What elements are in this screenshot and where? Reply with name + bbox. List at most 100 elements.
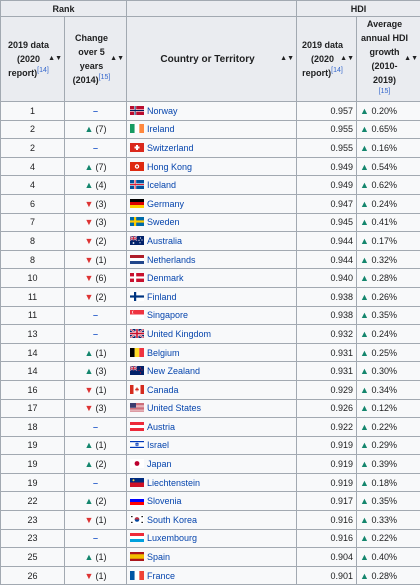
country-cell: Ireland xyxy=(127,120,297,139)
country-link[interactable]: United States xyxy=(147,403,201,413)
slovenia-flag-icon[interactable] xyxy=(130,496,144,505)
finland-flag-icon[interactable] xyxy=(130,292,144,301)
decrease-arrow-icon: ▼ xyxy=(85,255,94,265)
country-link[interactable]: France xyxy=(147,571,175,581)
country-link[interactable]: Slovenia xyxy=(147,496,182,506)
increase-arrow-icon: ▲ xyxy=(360,106,371,116)
hdi-value-cell: 0.904 xyxy=(297,548,357,567)
country-link[interactable]: Israel xyxy=(147,440,169,450)
canada-flag-icon[interactable] xyxy=(130,385,144,394)
rank-cell: 14 xyxy=(1,343,65,362)
increase-arrow-icon: ▲ xyxy=(85,459,94,469)
france-flag-icon[interactable] xyxy=(130,571,144,580)
col-hdi-2019[interactable]: 2019 data(2020report)[14] ▲▼ xyxy=(297,17,357,102)
sort-icon[interactable]: ▲▼ xyxy=(280,52,294,66)
country-link[interactable]: Netherlands xyxy=(147,255,196,265)
col-change[interactable]: Changeover 5 years(2014)[15] ▲▼ xyxy=(65,17,127,102)
country-link[interactable]: United Kingdom xyxy=(147,329,211,339)
ref-link[interactable]: [15] xyxy=(99,74,111,81)
country-link[interactable]: Iceland xyxy=(147,180,176,190)
iceland-flag-icon[interactable] xyxy=(130,180,144,189)
sweden-flag-icon[interactable] xyxy=(130,217,144,226)
israel-flag-icon[interactable] xyxy=(130,440,144,449)
rank-cell: 10 xyxy=(1,269,65,288)
sort-icon[interactable]: ▲▼ xyxy=(340,52,354,66)
country-link[interactable]: Finland xyxy=(147,292,177,302)
country-link[interactable]: Canada xyxy=(147,385,179,395)
country-link[interactable]: Germany xyxy=(147,199,184,209)
change-value: (3) xyxy=(95,217,106,227)
rank-cell: 19 xyxy=(1,455,65,474)
sort-icon[interactable]: ▲▼ xyxy=(48,52,62,66)
belgium-flag-icon[interactable] xyxy=(130,348,144,357)
hongkong-flag-icon[interactable] xyxy=(130,162,144,171)
country-link[interactable]: South Korea xyxy=(147,515,197,525)
country-link[interactable]: Hong Kong xyxy=(147,162,192,172)
austria-flag-icon[interactable] xyxy=(130,422,144,431)
denmark-flag-icon[interactable] xyxy=(130,273,144,282)
germany-flag-icon[interactable] xyxy=(130,199,144,208)
change-cell: ▼(2) xyxy=(65,232,127,251)
liechtenstein-flag-icon[interactable] xyxy=(130,478,144,487)
country-link[interactable]: Belgium xyxy=(147,348,180,358)
us-flag-icon[interactable] xyxy=(130,403,144,412)
country-link[interactable]: Australia xyxy=(147,236,182,246)
increase-arrow-icon: ▲ xyxy=(85,440,94,450)
growth-value: 0.35% xyxy=(371,310,397,320)
hdi-value-cell: 0.931 xyxy=(297,343,357,362)
newzealand-flag-icon[interactable] xyxy=(130,366,144,375)
rank-cell: 1 xyxy=(1,102,65,121)
increase-arrow-icon: ▲ xyxy=(360,310,371,320)
netherlands-flag-icon[interactable] xyxy=(130,255,144,264)
increase-arrow-icon: ▲ xyxy=(85,348,94,358)
spain-flag-icon[interactable] xyxy=(130,552,144,561)
country-link[interactable]: New Zealand xyxy=(147,366,200,376)
country-link[interactable]: Spain xyxy=(147,552,170,562)
ref-link[interactable]: [14] xyxy=(37,67,49,74)
country-link[interactable]: Sweden xyxy=(147,217,180,227)
col-growth[interactable]: Averageannual HDIgrowth(2010-2019)[15] ▲… xyxy=(357,17,420,102)
singapore-flag-icon[interactable] xyxy=(130,310,144,319)
growth-cell: ▲ 0.29% xyxy=(357,436,420,455)
col-country[interactable]: Country or Territory ▲▼ xyxy=(127,17,297,102)
ireland-flag-icon[interactable] xyxy=(130,124,144,133)
rank-cell: 6 xyxy=(1,194,65,213)
sort-icon[interactable]: ▲▼ xyxy=(110,52,124,66)
col-change-line2: over 5 years xyxy=(78,47,105,71)
country-link[interactable]: Liechtenstein xyxy=(147,478,200,488)
country-link[interactable]: Singapore xyxy=(147,310,188,320)
australia-flag-icon[interactable] xyxy=(130,236,144,245)
country-link[interactable]: Luxembourg xyxy=(147,533,197,543)
hdi-value-cell: 0.919 xyxy=(297,436,357,455)
rank-cell: 8 xyxy=(1,250,65,269)
country-link[interactable]: Austria xyxy=(147,422,175,432)
col-change-line1: Change xyxy=(75,33,108,43)
table-row: 8▼(2)Australia0.944▲ 0.17% xyxy=(1,232,420,251)
luxembourg-flag-icon[interactable] xyxy=(130,533,144,542)
growth-cell: ▲ 0.33% xyxy=(357,511,420,530)
norway-flag-icon[interactable] xyxy=(130,106,144,115)
table-row: 13–United Kingdom0.932▲ 0.24% xyxy=(1,325,420,344)
rank-cell: 23 xyxy=(1,529,65,548)
ref-link[interactable]: [14] xyxy=(331,67,343,74)
col-rank-2019[interactable]: 2019 data(2020report)[14] ▲▼ xyxy=(1,17,65,102)
country-link[interactable]: Ireland xyxy=(147,124,175,134)
increase-arrow-icon: ▲ xyxy=(360,329,371,339)
change-value: (1) xyxy=(95,515,106,525)
country-link[interactable]: Denmark xyxy=(147,273,184,283)
uk-flag-icon[interactable] xyxy=(130,329,144,338)
table-row: 19–Liechtenstein0.919▲ 0.18% xyxy=(1,473,420,492)
country-link[interactable]: Japan xyxy=(147,459,172,469)
southkorea-flag-icon[interactable] xyxy=(130,515,144,524)
switzerland-flag-icon[interactable] xyxy=(130,143,144,152)
ref-link[interactable]: [15] xyxy=(379,88,391,95)
col-hdi-2019-line1: 2019 data xyxy=(302,40,343,50)
country-cell: New Zealand xyxy=(127,362,297,381)
change-value: (1) xyxy=(95,385,106,395)
sort-icon[interactable]: ▲▼ xyxy=(404,52,418,66)
increase-arrow-icon: ▲ xyxy=(360,236,371,246)
country-link[interactable]: Switzerland xyxy=(147,143,194,153)
hdi-value-cell: 0.938 xyxy=(297,306,357,325)
country-link[interactable]: Norway xyxy=(147,106,178,116)
japan-flag-icon[interactable] xyxy=(130,459,144,468)
